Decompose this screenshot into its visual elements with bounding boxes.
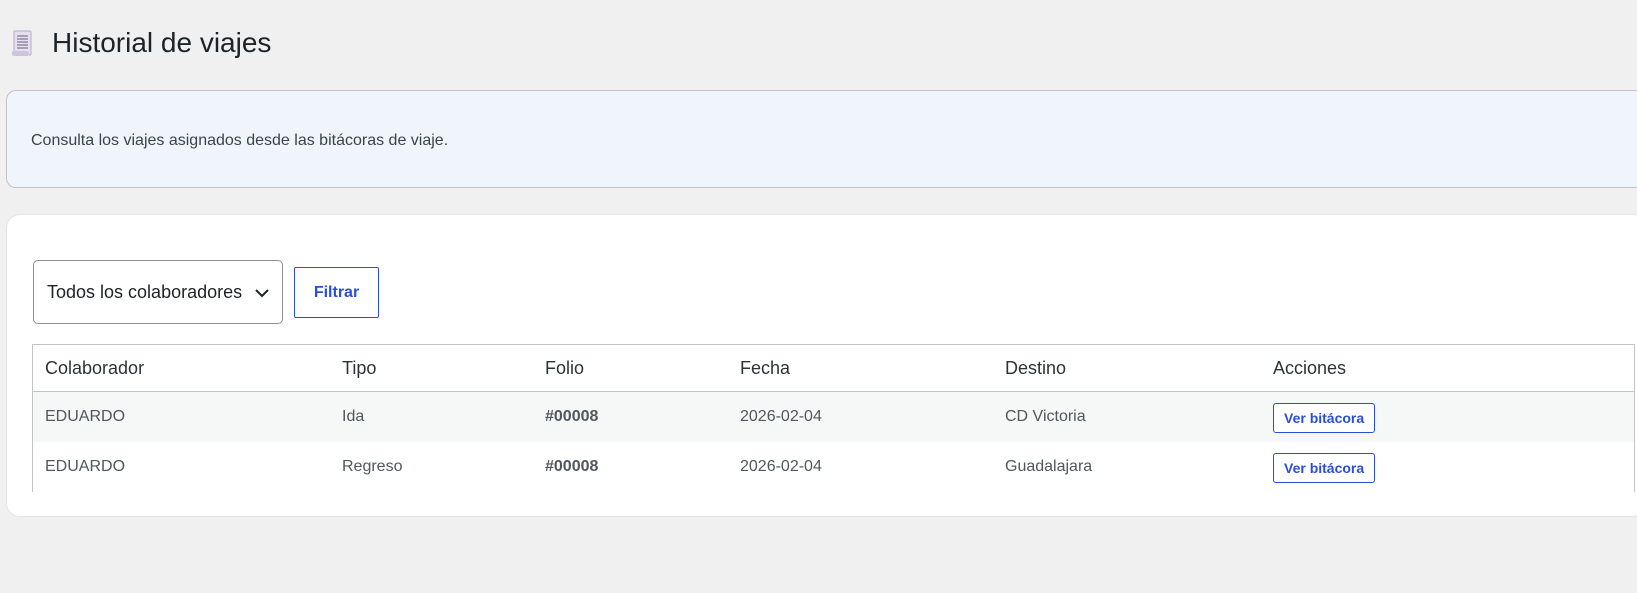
page-title: Historial de viajes [52,27,272,58]
view-log-button[interactable]: Ver bitácora [1273,453,1376,483]
column-header-acciones: Acciones [1261,345,1634,392]
table-row: EDUARDO Regreso #00008 2026-02-04 Guadal… [33,442,1634,492]
cell-acciones: Ver bitácora [1261,442,1634,492]
cell-fecha: 2026-02-04 [728,442,993,492]
column-header-destino: Destino [993,345,1261,392]
table-row: EDUARDO Ida #00008 2026-02-04 CD Victori… [33,391,1634,442]
column-header-tipo: Tipo [330,345,533,392]
info-notice: Consulta los viajes asignados desde las … [6,90,1637,188]
cell-colaborador: EDUARDO [33,442,330,492]
cell-folio: #00008 [533,391,728,442]
notice-text: Consulta los viajes asignados desde las … [31,132,449,149]
collaborator-select-value: Todos los colaboradores [47,281,243,302]
trips-card: Todos los colaboradores Filtrar Colabora… [6,214,1637,517]
column-header-colaborador: Colaborador [33,345,330,392]
chevron-down-icon [254,285,270,301]
document-icon [11,28,35,58]
cell-fecha: 2026-02-04 [728,391,993,442]
cell-folio: #00008 [533,442,728,492]
cell-destino: CD Victoria [993,391,1261,442]
filter-button[interactable]: Filtrar [294,267,379,318]
page-header: Historial de viajes [11,24,271,62]
view-log-button[interactable]: Ver bitácora [1273,403,1376,433]
cell-tipo: Ida [330,391,533,442]
collaborator-select[interactable]: Todos los colaboradores [33,260,283,324]
column-header-fecha: Fecha [728,345,993,392]
cell-acciones: Ver bitácora [1261,391,1634,442]
cell-colaborador: EDUARDO [33,391,330,442]
column-header-folio: Folio [533,345,728,392]
table-header-row: Colaborador Tipo Folio Fecha Destino Acc… [33,345,1634,392]
cell-destino: Guadalajara [993,442,1261,492]
cell-tipo: Regreso [330,442,533,492]
trips-table: Colaborador Tipo Folio Fecha Destino Acc… [32,344,1635,492]
